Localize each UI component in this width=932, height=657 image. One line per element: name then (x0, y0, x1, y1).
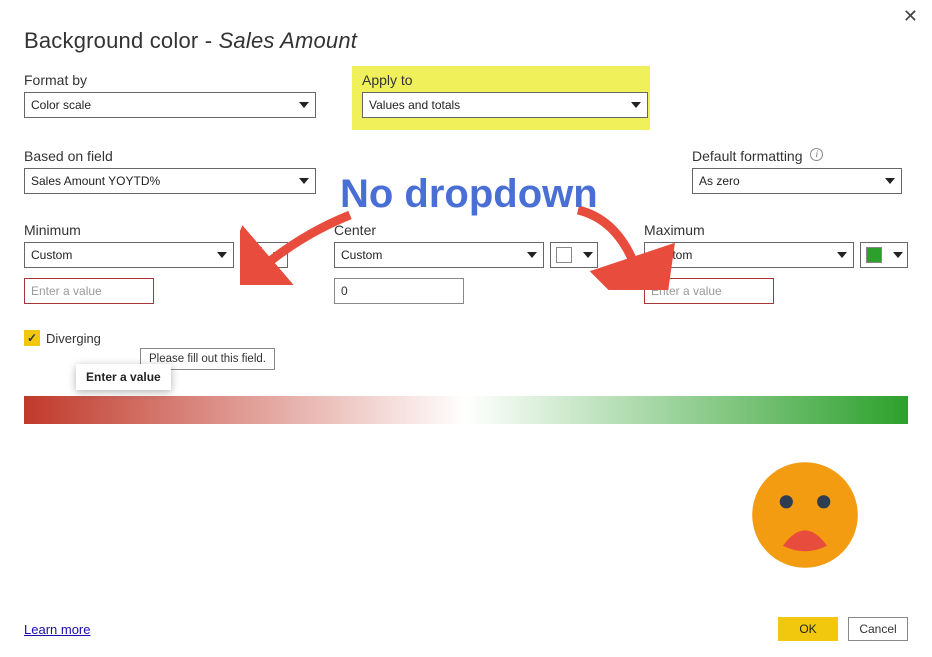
chevron-down-icon (527, 252, 537, 258)
apply-to-label: Apply to (362, 72, 640, 88)
maximum-mode-value: Custom (651, 248, 692, 262)
diverging-checkbox[interactable]: ✓ Diverging (24, 330, 908, 346)
sad-face-icon (750, 460, 860, 570)
title-field: Sales Amount (219, 28, 358, 53)
title-prefix: Background color - (24, 28, 219, 53)
maximum-label: Maximum (644, 222, 908, 238)
default-formatting-group: Default formatting i As zero (692, 148, 902, 194)
format-by-group: Format by Color scale (24, 72, 322, 118)
minimum-value-placeholder: Enter a value (31, 284, 102, 298)
dialog-title: Background color - Sales Amount (24, 28, 908, 54)
default-formatting-value: As zero (699, 174, 879, 188)
maximum-color-swatch (866, 247, 882, 263)
minimum-mode-value: Custom (31, 248, 72, 262)
minimum-value-input[interactable]: Enter a value (24, 278, 154, 304)
chevron-down-icon (885, 178, 895, 184)
center-mode-value: Custom (341, 248, 382, 262)
ok-button[interactable]: OK (778, 617, 838, 641)
apply-to-value: Values and totals (369, 98, 625, 112)
diverging-label: Diverging (46, 331, 101, 346)
default-formatting-label: Default formatting i (692, 148, 902, 164)
cancel-button[interactable]: Cancel (848, 617, 908, 641)
info-icon[interactable]: i (810, 148, 823, 161)
center-group: Center Custom 0 (334, 222, 614, 304)
apply-to-group-highlight: Apply to Values and totals (352, 66, 650, 130)
background-color-dialog: ✕ Background color - Sales Amount Format… (0, 0, 932, 657)
close-icon[interactable]: ✕ (903, 6, 918, 27)
apply-to-select[interactable]: Values and totals (362, 92, 648, 118)
chevron-down-icon (583, 252, 593, 258)
default-formatting-label-text: Default formatting (692, 148, 803, 164)
based-on-value: Sales Amount YOYTD% (31, 174, 293, 188)
format-by-select[interactable]: Color scale (24, 92, 316, 118)
chevron-down-icon (631, 102, 641, 108)
maximum-group: Maximum Custom Enter a value (644, 222, 908, 304)
center-color-picker[interactable] (550, 242, 598, 268)
chevron-down-icon (299, 178, 309, 184)
maximum-value-placeholder: Enter a value (651, 284, 722, 298)
based-on-group: Based on field Sales Amount YOYTD% (24, 148, 316, 194)
chevron-down-icon (273, 252, 283, 258)
center-label: Center (334, 222, 614, 238)
chevron-down-icon (837, 252, 847, 258)
center-color-swatch (556, 247, 572, 263)
minimum-group: Minimum Custom Enter a value (24, 222, 304, 304)
maximum-mode-select[interactable]: Custom (644, 242, 854, 268)
hover-tooltip: Enter a value (76, 364, 171, 390)
maximum-value-input[interactable]: Enter a value (644, 278, 774, 304)
dialog-footer: Learn more OK Cancel (24, 617, 908, 641)
center-mode-select[interactable]: Custom (334, 242, 544, 268)
default-formatting-select[interactable]: As zero (692, 168, 902, 194)
minimum-mode-select[interactable]: Custom (24, 242, 234, 268)
checkbox-icon: ✓ (24, 330, 40, 346)
format-by-label: Format by (24, 72, 322, 88)
based-on-select[interactable]: Sales Amount YOYTD% (24, 168, 316, 194)
format-by-value: Color scale (31, 98, 293, 112)
minimum-color-swatch (246, 247, 262, 263)
minimum-label: Minimum (24, 222, 304, 238)
color-gradient-preview (24, 396, 908, 424)
minimum-color-picker[interactable] (240, 242, 288, 268)
chevron-down-icon (217, 252, 227, 258)
chevron-down-icon (893, 252, 903, 258)
chevron-down-icon (299, 102, 309, 108)
center-value-input[interactable]: 0 (334, 278, 464, 304)
center-value: 0 (341, 284, 348, 298)
based-on-label: Based on field (24, 148, 316, 164)
maximum-color-picker[interactable] (860, 242, 908, 268)
learn-more-link[interactable]: Learn more (24, 622, 90, 637)
